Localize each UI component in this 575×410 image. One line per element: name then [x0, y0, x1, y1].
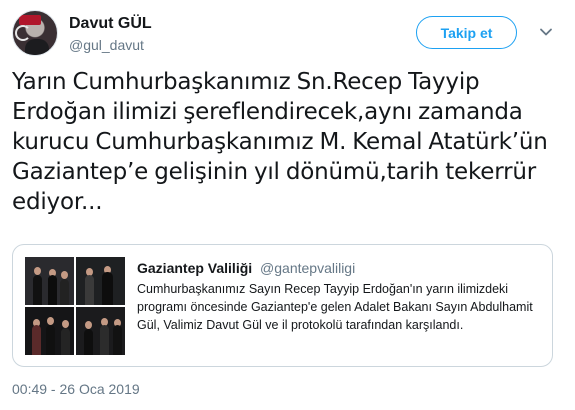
photo-figure — [32, 325, 41, 355]
quoted-tweet-card[interactable]: Gaziantep Valiliği @gantepvaliligi Cumhu… — [12, 244, 553, 367]
quoted-photo-1[interactable] — [25, 257, 74, 305]
author-screen-name[interactable]: @gul_davut — [69, 37, 144, 53]
avatar-logo-shape — [15, 25, 31, 41]
photo-figure — [113, 325, 122, 355]
tweet-text: Yarın Cumhurbaşkanımız Sn.Recep Tayyip E… — [12, 69, 548, 215]
photo-figure — [102, 272, 113, 305]
quoted-photo-2[interactable] — [76, 257, 125, 305]
photo-figure — [46, 325, 55, 355]
photo-figure — [85, 275, 94, 305]
photo-figure-head — [85, 321, 92, 329]
quoted-tweet-media-grid[interactable] — [25, 257, 125, 356]
quoted-photo-4[interactable] — [76, 307, 125, 355]
tweet-timestamp[interactable]: 00:49 - 26 Oca 2019 — [12, 381, 140, 397]
photo-figure — [33, 275, 42, 305]
photo-figure — [48, 275, 57, 305]
photo-figure — [60, 279, 69, 305]
author-display-name[interactable]: Davut GÜL — [69, 15, 152, 33]
photo-figure — [84, 329, 93, 355]
quoted-author-display-name: Gaziantep Valiliği — [137, 260, 253, 276]
quoted-tweet-author: Gaziantep Valiliği @gantepvaliligi — [137, 260, 355, 276]
photo-figure-head — [47, 317, 54, 325]
avatar-person-shape — [25, 39, 49, 55]
photo-figure-head — [62, 320, 69, 328]
photo-figure — [61, 328, 70, 355]
tweet-header: Davut GÜL @gul_davut Takip et — [12, 10, 563, 58]
quoted-author-screen-name: @gantepvaliligi — [260, 260, 356, 276]
avatar-badge-shape — [19, 15, 41, 25]
chevron-down-icon[interactable] — [538, 24, 554, 40]
quoted-tweet-text: Cumhurbaşkanımız Sayın Recep Tayyip Erdo… — [137, 282, 533, 332]
photo-figure-head — [61, 271, 68, 279]
photo-figure — [100, 325, 109, 355]
profile-avatar[interactable] — [12, 10, 58, 56]
photo-figure-head — [34, 267, 41, 275]
follow-button[interactable]: Takip et — [416, 16, 517, 49]
quoted-photo-3[interactable] — [25, 307, 74, 355]
